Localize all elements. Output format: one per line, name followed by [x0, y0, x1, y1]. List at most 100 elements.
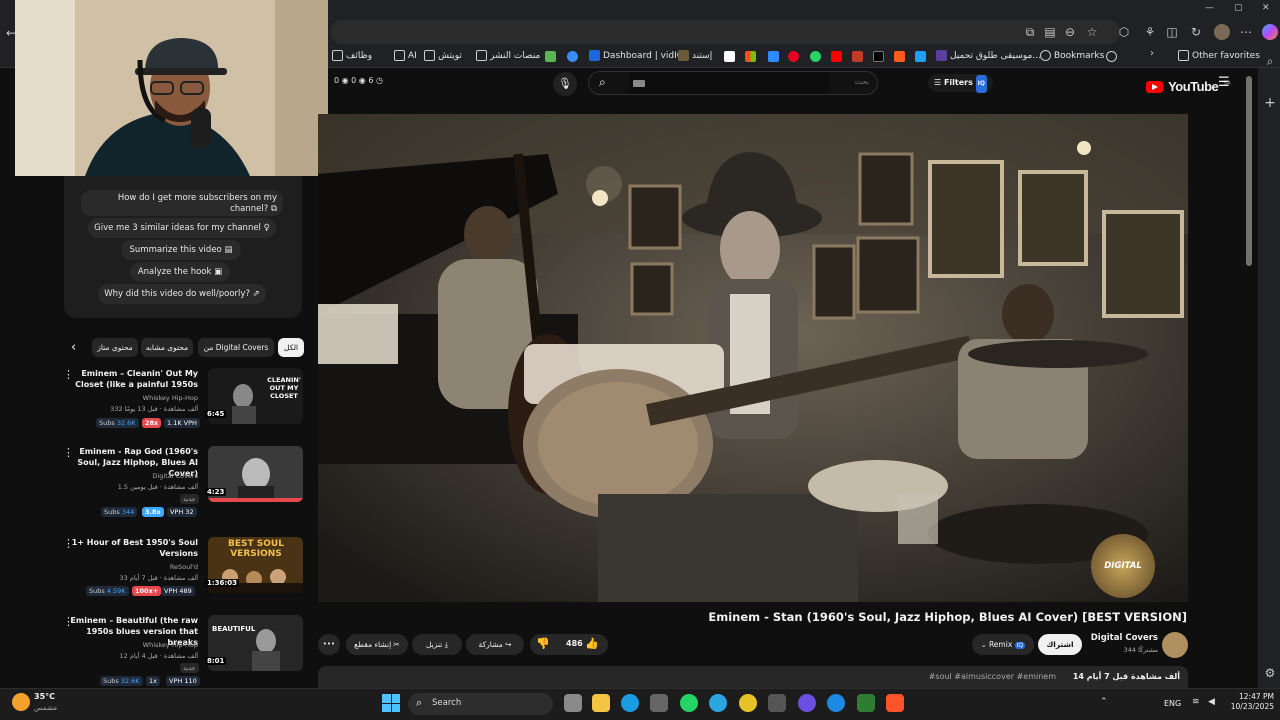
- bookmark-favicon[interactable]: [768, 51, 779, 62]
- globe-icon[interactable]: [1106, 51, 1117, 62]
- related-title[interactable]: Eminem – Cleanin' Out My Closet (like a …: [70, 368, 198, 390]
- channel-watermark[interactable]: DIGITAL COVERS: [1091, 534, 1155, 598]
- install-app-icon[interactable]: ⧉: [1022, 24, 1038, 40]
- bookmark-other-favorites[interactable]: Other favorites: [1178, 48, 1260, 64]
- puzzle-icon[interactable]: ⚘: [1142, 24, 1158, 40]
- task-view-icon[interactable]: [564, 694, 582, 712]
- page-scrollbar[interactable]: [1246, 76, 1252, 266]
- search-icon[interactable]: ⌕: [599, 75, 606, 90]
- hamburger-menu-icon[interactable]: ☰: [1218, 75, 1230, 90]
- youtube-bookmark-icon[interactable]: [831, 51, 842, 62]
- add-icon[interactable]: +: [1263, 96, 1277, 110]
- gear-icon[interactable]: ⚙: [1263, 666, 1277, 680]
- ai-prompt-performance[interactable]: Why did this video do well/poorly? ⇗: [98, 284, 266, 304]
- related-channel[interactable]: Whiskey Hip-Hop: [100, 641, 198, 649]
- more-menu-icon[interactable]: ⋯: [1238, 24, 1254, 40]
- x-icon[interactable]: [873, 51, 884, 62]
- description-box[interactable]: 14 ألف مشاهدة قبل 7 أيام #soul #aimusicc…: [318, 666, 1188, 688]
- bookmark-vidiq[interactable]: Dashboard | vidIQ: [589, 48, 684, 64]
- wifi-icon[interactable]: ≋: [1192, 697, 1200, 707]
- bookmark-favicon[interactable]: [567, 51, 578, 62]
- bookmark-favicon[interactable]: [894, 51, 905, 62]
- volume-icon[interactable]: ◀: [1208, 697, 1215, 707]
- app-icon[interactable]: [768, 694, 786, 712]
- read-mode-icon[interactable]: ▤: [1042, 24, 1058, 40]
- related-channel[interactable]: Digital Covers: [100, 472, 198, 480]
- copilot-icon[interactable]: [1262, 24, 1278, 40]
- chip-related[interactable]: محتوى مشابه: [141, 338, 193, 357]
- file-explorer-icon[interactable]: [592, 694, 610, 712]
- weather-icon[interactable]: [12, 693, 30, 711]
- subscribe-button[interactable]: اشتراك: [1038, 634, 1082, 655]
- microsoft-icon[interactable]: [745, 51, 756, 62]
- app-icon[interactable]: [739, 694, 757, 712]
- download-button[interactable]: تنزيل ⤓: [412, 634, 462, 655]
- bookmark-favicon[interactable]: [724, 51, 735, 62]
- filters-button[interactable]: ☰ Filters IQ: [928, 74, 994, 93]
- profile-avatar[interactable]: [1214, 24, 1230, 40]
- video-player[interactable]: DIGITAL COVERS: [318, 114, 1188, 602]
- related-title[interactable]: 1+ Hour of Best 1950's Soul Versions: [70, 537, 198, 559]
- bookmark-folder-jobs[interactable]: وظائف: [332, 48, 372, 64]
- history-icon[interactable]: ↻: [1188, 24, 1204, 40]
- bookmark-favicon[interactable]: [852, 51, 863, 62]
- channel-avatar[interactable]: [1162, 632, 1188, 658]
- brave-icon[interactable]: [886, 694, 904, 712]
- keyboard-icon[interactable]: [633, 80, 645, 87]
- taskbar-search[interactable]: ⌕ Search: [408, 693, 553, 715]
- app-icon[interactable]: [857, 694, 875, 712]
- bookmark-bookmarks[interactable]: Bookmarks: [1040, 48, 1104, 64]
- chip-top[interactable]: محتوى متاز: [92, 338, 138, 357]
- maximize-button[interactable]: ▢: [1234, 3, 1243, 13]
- ai-prompt-hook[interactable]: Analyze the hook ▣: [130, 262, 230, 282]
- whatsapp-icon[interactable]: [680, 694, 698, 712]
- address-bar[interactable]: [330, 20, 1120, 44]
- play-box-icon: ▣: [214, 267, 223, 277]
- app-icon[interactable]: [827, 694, 845, 712]
- related-channel[interactable]: ReSoul'd: [100, 563, 198, 571]
- bookmark-music[interactable]: موسيقى طلوق تحميل...: [936, 48, 1041, 64]
- store-icon[interactable]: [650, 694, 668, 712]
- chevron-left-icon[interactable]: ‹: [71, 340, 76, 355]
- bookmark-favicon[interactable]: [545, 51, 556, 62]
- remix-button[interactable]: ⌄ Remix IQ: [972, 634, 1034, 655]
- split-screen-icon[interactable]: ◫: [1164, 24, 1180, 40]
- favorite-star-icon[interactable]: ☆: [1084, 24, 1100, 40]
- bookmark-folder-ai[interactable]: AI: [394, 48, 417, 64]
- more-actions-button[interactable]: •••: [318, 634, 340, 655]
- bookmark-favicon[interactable]: [915, 51, 926, 62]
- chevron-right-icon[interactable]: ›: [1150, 48, 1154, 59]
- share-button[interactable]: مشاركة ↪: [466, 634, 524, 655]
- chip-from-channel[interactable]: من Digital Covers: [198, 338, 274, 357]
- clip-button[interactable]: إنشاء مقطع ✂: [346, 634, 408, 655]
- edge-icon[interactable]: [621, 694, 639, 712]
- like-icon[interactable]: 👍: [585, 637, 599, 650]
- dislike-icon[interactable]: 👎: [536, 637, 550, 650]
- voice-search-icon[interactable]: 🎙: [553, 72, 577, 96]
- whatsapp-icon[interactable]: [810, 51, 821, 62]
- windows-start-icon[interactable]: [382, 694, 400, 712]
- ai-prompt-ideas[interactable]: Give me 3 similar ideas for my channel ♀: [88, 218, 276, 238]
- telegram-icon[interactable]: [709, 694, 727, 712]
- related-channel[interactable]: Whiskey Hip-Hop: [100, 394, 198, 402]
- extension-icon[interactable]: ⬡: [1116, 24, 1132, 40]
- app-icon[interactable]: [798, 694, 816, 712]
- chip-all[interactable]: الكل: [278, 338, 304, 357]
- like-count[interactable]: 486: [566, 639, 583, 648]
- clock[interactable]: 12:47 PM 10/23/2025: [1228, 692, 1274, 712]
- bookmark-folder-publishing[interactable]: منصات النشر: [476, 48, 540, 64]
- search-icon[interactable]: ⌕: [1263, 54, 1277, 68]
- pinterest-icon[interactable]: [788, 51, 799, 62]
- bookmark-folder-twitch[interactable]: تويتش: [424, 48, 462, 64]
- weather-temp[interactable]: 35°C: [34, 692, 55, 701]
- minimize-button[interactable]: —: [1205, 3, 1214, 13]
- ai-prompt-summarize[interactable]: Summarize this video ▤: [121, 240, 241, 260]
- tray-chevron-icon[interactable]: ⌃: [1100, 697, 1108, 707]
- zoom-icon[interactable]: ⊖: [1062, 24, 1078, 40]
- ai-prompt-subscribers[interactable]: How do I get more subscribers on my chan…: [81, 190, 283, 216]
- channel-name[interactable]: Digital Covers: [1080, 633, 1158, 643]
- close-window-button[interactable]: ✕: [1262, 3, 1270, 13]
- search-box[interactable]: ⌕ بحث: [588, 71, 878, 95]
- bookmark-istand[interactable]: إستند: [678, 48, 712, 64]
- language-indicator[interactable]: ENG: [1164, 699, 1181, 708]
